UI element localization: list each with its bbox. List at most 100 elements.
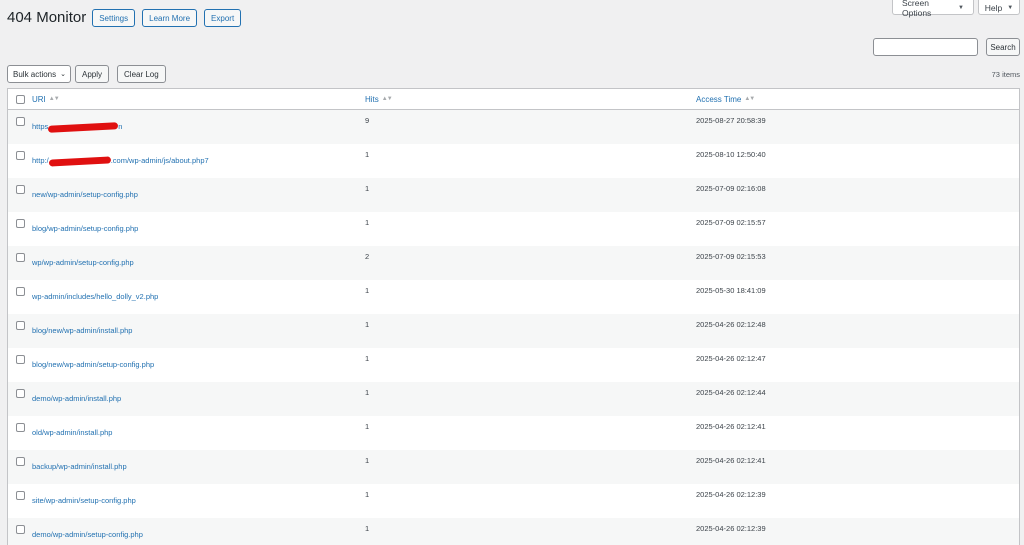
uri-prefix: blog/new/wp-admin/setup-config.php [32, 360, 155, 369]
uri-link[interactable]: http:/ .com/wp-admin/js/about.php7 [32, 155, 209, 167]
row-checkbox-cell [8, 354, 32, 364]
uri-link[interactable]: blog/new/wp-admin/setup-config.php [32, 360, 154, 369]
uri-suffix: n [118, 122, 123, 131]
uri-link[interactable]: demo/wp-admin/install.php [32, 394, 121, 403]
column-access-time-header[interactable]: Access Time ▲▼ [696, 95, 1019, 104]
help-tab[interactable]: Help ▼ [978, 0, 1020, 15]
hits-cell: 1 [365, 218, 370, 227]
column-uri-label: URI [32, 94, 46, 104]
uri-link[interactable]: old/wp-admin/install.php [32, 428, 112, 437]
table-row: backup/wp-admin/install.php 1 2025-04-26 0… [8, 450, 1019, 484]
caret-down-icon: ▼ [1007, 4, 1014, 11]
search-button[interactable]: Search [986, 38, 1020, 56]
row-checkbox[interactable] [15, 287, 25, 296]
access-time-cell: 2025-05-30 18:41:09 [696, 286, 766, 295]
row-checkbox-cell [8, 150, 32, 160]
row-checkbox-cell [8, 184, 32, 194]
hits-cell: 1 [365, 150, 370, 159]
hits-cell: 1 [365, 422, 370, 431]
column-uri-header[interactable]: URI ▲▼ [32, 95, 365, 104]
tablenav-top: Bulk actions ⌄ Apply Clear Log 73 items [7, 65, 1020, 83]
row-checkbox[interactable] [15, 219, 25, 228]
table-header: URI ▲▼ Hits ▲▼ Access Time ▲▼ [8, 89, 1019, 110]
search-box: Search [873, 38, 1020, 56]
uri-link[interactable]: blog/new/wp-admin/install.php [32, 326, 132, 335]
row-checkbox-cell [8, 286, 32, 296]
uri-link[interactable]: demo/wp-admin/setup-config.php [32, 530, 143, 539]
hits-cell: 1 [365, 354, 370, 363]
hits-cell: 1 [365, 524, 370, 533]
access-time-cell: 2025-07-09 02:15:57 [696, 218, 766, 227]
table-row: wp/wp-admin/setup-config.php 2 2025-07-09 … [8, 246, 1019, 280]
select-all-checkbox[interactable] [15, 94, 25, 104]
row-checkbox-cell [8, 116, 32, 126]
uri-prefix: new/wp-admin/setup-config.php [32, 190, 138, 199]
uri-link[interactable]: wp-admin/includes/hello_dolly_v2.php [32, 292, 158, 301]
access-time-cell: 2025-04-26 02:12:39 [696, 524, 766, 533]
screen-options-tab[interactable]: Screen Options ▼ [892, 0, 974, 18]
select-all-cell [8, 94, 32, 104]
row-checkbox[interactable] [15, 117, 25, 126]
table-body: https n 9 2025-08-27 20:58:39 http:/ .com/wp-… [8, 110, 1019, 545]
row-checkbox[interactable] [15, 185, 25, 194]
items-count: 73 items [991, 69, 1020, 79]
table-row: https n 9 2025-08-27 20:58:39 [8, 110, 1019, 144]
row-checkbox-cell [8, 252, 32, 262]
uri-suffix: .com/wp-admin/js/about.php7 [110, 156, 209, 165]
row-checkbox-cell [8, 456, 32, 466]
column-access-time-label: Access Time [696, 94, 742, 104]
uri-link[interactable]: site/wp-admin/setup-config.php [32, 496, 136, 505]
access-time-cell: 2025-08-27 20:58:39 [696, 116, 766, 125]
sort-icon: ▲▼ [744, 96, 755, 102]
row-checkbox-cell [8, 320, 32, 330]
row-checkbox[interactable] [15, 253, 25, 262]
column-hits-header[interactable]: Hits ▲▼ [365, 95, 696, 104]
table-row: blog/new/wp-admin/setup-config.php 1 2025-… [8, 348, 1019, 382]
hits-cell: 1 [365, 320, 370, 329]
uri-prefix: old/wp-admin/install.php [32, 428, 113, 437]
clear-log-button[interactable]: Clear Log [117, 65, 166, 83]
table-row: demo/wp-admin/install.php 1 2025-04-26 02:… [8, 382, 1019, 416]
uri-prefix: https [32, 122, 49, 131]
row-checkbox[interactable] [15, 491, 25, 500]
uri-prefix: backup/wp-admin/install.php [32, 462, 127, 471]
export-button[interactable]: Export [204, 9, 242, 27]
apply-button[interactable]: Apply [75, 65, 110, 83]
row-checkbox-cell [8, 422, 32, 432]
row-checkbox-cell [8, 388, 32, 398]
access-time-cell: 2025-04-26 02:12:48 [696, 320, 766, 329]
uri-link[interactable]: https n [32, 121, 123, 133]
table-row: demo/wp-admin/setup-config.php 1 2025-04-2… [8, 518, 1019, 545]
table-row: wp-admin/includes/hello_dolly_v2.php 1 202… [8, 280, 1019, 314]
bulk-actions-select[interactable]: Bulk actions ⌄ [7, 65, 71, 83]
row-checkbox-cell [8, 218, 32, 228]
learn-more-button[interactable]: Learn More [142, 9, 198, 27]
access-time-cell: 2025-04-26 02:12:41 [696, 456, 766, 465]
hits-cell: 1 [365, 388, 370, 397]
uri-link[interactable]: blog/wp-admin/setup-config.php [32, 224, 138, 233]
uri-link[interactable]: backup/wp-admin/install.php [32, 462, 127, 471]
search-input[interactable] [873, 38, 978, 56]
help-label: Help [984, 2, 1003, 13]
column-hits-label: Hits [365, 94, 379, 104]
uri-link[interactable]: wp/wp-admin/setup-config.php [32, 258, 134, 267]
row-checkbox[interactable] [15, 321, 25, 330]
table-row: new/wp-admin/setup-config.php 1 2025-07-09… [8, 178, 1019, 212]
access-time-cell: 2025-04-26 02:12:41 [696, 422, 766, 431]
row-checkbox-cell [8, 524, 32, 534]
row-checkbox[interactable] [15, 151, 25, 160]
row-checkbox[interactable] [15, 525, 25, 534]
settings-button[interactable]: Settings [92, 9, 136, 27]
row-checkbox[interactable] [15, 355, 25, 364]
row-checkbox[interactable] [15, 457, 25, 466]
uri-prefix: wp-admin/includes/hello_dolly_v2.php [32, 292, 159, 301]
sort-icon: ▲▼ [48, 96, 60, 102]
sort-icon: ▲▼ [381, 96, 393, 102]
table-row: blog/new/wp-admin/install.php 1 2025-04-26… [8, 314, 1019, 348]
uri-link[interactable]: new/wp-admin/setup-config.php [32, 190, 138, 199]
uri-prefix: http:/ [32, 156, 49, 165]
row-checkbox[interactable] [15, 423, 25, 432]
row-checkbox[interactable] [15, 389, 25, 398]
uri-prefix: demo/wp-admin/setup-config.php [32, 530, 143, 539]
caret-down-icon: ▼ [958, 4, 964, 11]
